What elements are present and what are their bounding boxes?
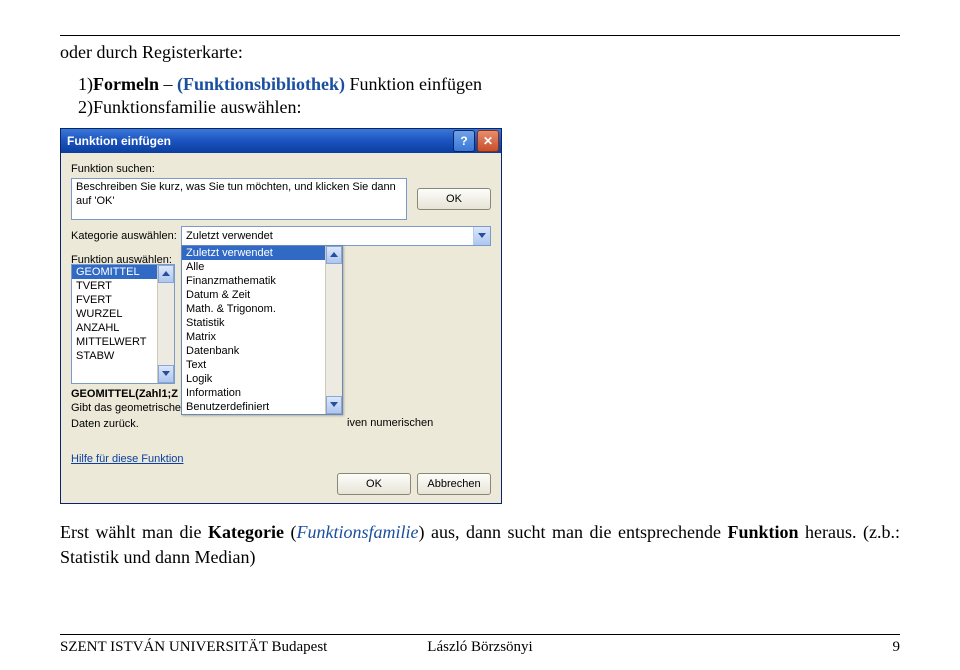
dropdown-option[interactable]: Finanzmathematik	[182, 274, 342, 288]
footer-left: SZENT ISTVÁN UNIVERSITÄT Budapest	[60, 639, 340, 656]
dialog-body: Funktion suchen: Beschreiben Sie kurz, w…	[61, 153, 501, 504]
intro-text: oder durch Registerkarte:	[60, 42, 900, 63]
page-footer: SZENT ISTVÁN UNIVERSITÄT Budapest László…	[60, 634, 900, 656]
scroll-down-icon[interactable]	[158, 365, 174, 383]
titlebar[interactable]: Funktion einfügen ? ✕	[61, 129, 501, 153]
cancel-button[interactable]: Abbrechen	[417, 473, 491, 495]
footer-center: László Börzsönyi	[340, 639, 620, 656]
category-combo-wrap: Zuletzt verwendet Zuletzt verwendet Alle…	[181, 226, 491, 246]
function-description-right: iven numerischen	[347, 417, 433, 429]
scroll-up-icon[interactable]	[158, 265, 174, 283]
category-row: Kategorie auswählen: Zuletzt verwendet Z…	[71, 226, 491, 246]
category-dropdown[interactable]: Zuletzt verwendet Alle Finanzmathematik …	[181, 245, 343, 415]
scroll-down-icon[interactable]	[326, 396, 342, 414]
caption-funktionsfamilie: Funktionsfamilie	[297, 522, 419, 542]
search-ok-button[interactable]: OK	[417, 188, 491, 210]
ok-button[interactable]: OK	[337, 473, 411, 495]
chevron-down-icon[interactable]	[473, 227, 490, 245]
steps: 1)Formeln – (Funktionsbibliothek) Funkti…	[78, 73, 900, 120]
close-icon: ✕	[483, 134, 493, 148]
list-scrollbar[interactable]	[157, 265, 174, 383]
dropdown-option[interactable]: Statistik	[182, 316, 342, 330]
caption-funktion: Funktion	[727, 522, 798, 542]
page: Grundriss von Excel oder durch Registerk…	[0, 0, 960, 670]
function-insert-dialog: Funktion einfügen ? ✕ Funktion suchen: B…	[60, 128, 502, 505]
dialog-buttons: OK Abbrechen	[71, 473, 491, 495]
scroll-up-icon[interactable]	[326, 246, 342, 264]
caption: Erst wählt man die Kategorie (Funktionsf…	[60, 520, 900, 569]
dialog-title: Funktion einfügen	[67, 134, 451, 148]
category-combo[interactable]: Zuletzt verwendet	[181, 226, 491, 246]
help-link[interactable]: Hilfe für diese Funktion	[71, 453, 184, 465]
help-button[interactable]: ?	[453, 130, 475, 152]
dropdown-option[interactable]: Zuletzt verwendet	[182, 246, 342, 260]
close-button[interactable]: ✕	[477, 130, 499, 152]
function-listbox[interactable]: GEOMITTEL TVERT FVERT WURZEL ANZAHL MITT…	[71, 264, 175, 384]
dropdown-option[interactable]: Alle	[182, 260, 342, 274]
dropdown-option[interactable]: Math. & Trigonom.	[182, 302, 342, 316]
search-input[interactable]: Beschreiben Sie kurz, was Sie tun möchte…	[71, 178, 407, 220]
search-row: Beschreiben Sie kurz, was Sie tun möchte…	[71, 178, 491, 220]
category-label: Kategorie auswählen:	[71, 230, 181, 242]
header-rule	[60, 35, 900, 36]
category-value: Zuletzt verwendet	[186, 230, 473, 242]
dropdown-scrollbar[interactable]	[325, 246, 342, 414]
step1-tab: Formeln	[93, 74, 159, 94]
dropdown-option[interactable]: Benutzerdefiniert	[182, 400, 342, 414]
step1-group: (Funktionsbibliothek)	[177, 74, 345, 94]
dropdown-option[interactable]: Logik	[182, 372, 342, 386]
dropdown-option[interactable]: Matrix	[182, 330, 342, 344]
step-2: 2)Funktionsfamilie auswählen:	[78, 96, 900, 119]
caption-kategorie: Kategorie	[208, 522, 284, 542]
dropdown-option[interactable]: Datenbank	[182, 344, 342, 358]
dropdown-option[interactable]: Text	[182, 358, 342, 372]
step-1: 1)Formeln – (Funktionsbibliothek) Funkti…	[78, 73, 900, 96]
search-label: Funktion suchen:	[71, 163, 491, 175]
dropdown-option[interactable]: Information	[182, 386, 342, 400]
footer-page-number: 9	[620, 639, 900, 656]
dropdown-option[interactable]: Datum & Zeit	[182, 288, 342, 302]
